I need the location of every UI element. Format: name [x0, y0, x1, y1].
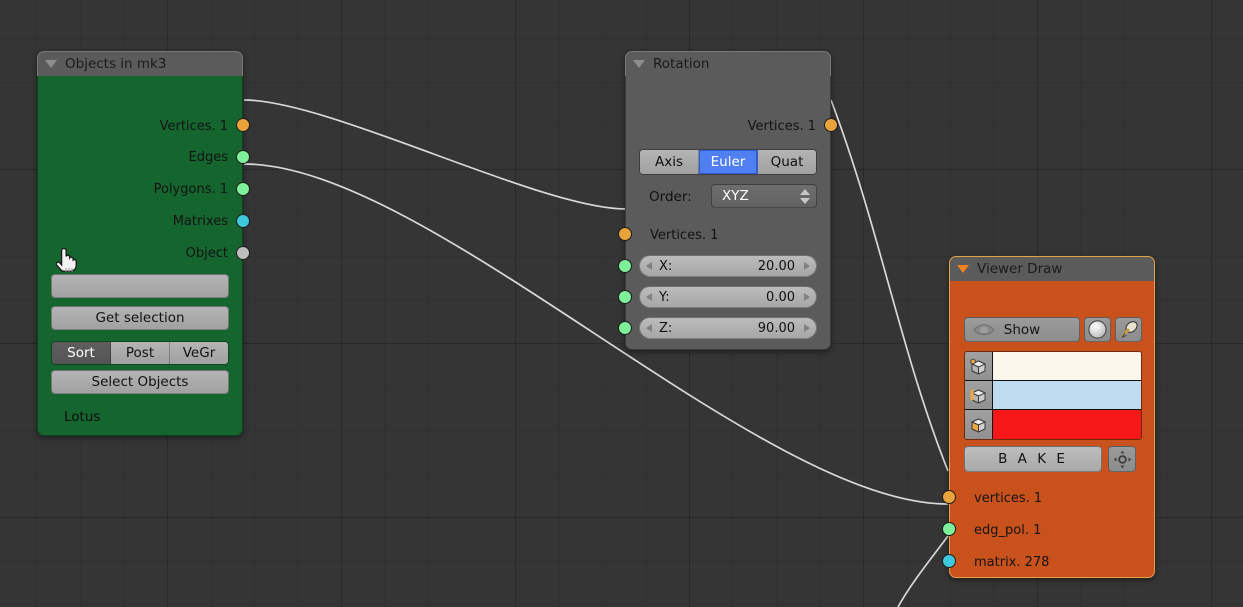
collapse-triangle-icon[interactable]	[957, 265, 969, 273]
output-socket-object[interactable]	[236, 246, 250, 260]
segment-quat[interactable]: Quat	[758, 150, 816, 174]
field-z-value: 90.00	[757, 320, 795, 336]
segment-euler[interactable]: Euler	[699, 150, 758, 174]
swatch-color-vertices[interactable]	[993, 352, 1141, 380]
node-footer-label: Lotus	[64, 409, 101, 425]
input-label-vertices: vertices. 1	[974, 491, 1043, 506]
node-objects-in-mk3[interactable]: Objects in mk3 Vertices. 1 Edges Polygon…	[37, 51, 250, 436]
node-header-viewer-draw[interactable]: Viewer Draw	[949, 256, 1155, 281]
link-offscreen-to-matrix	[897, 535, 949, 607]
input-socket-matrix[interactable]	[942, 554, 956, 568]
node-body-rotation: Vertices. 1 Axis Euler Quat Order: XYZ V…	[618, 76, 838, 350]
input-socket-vertices[interactable]	[942, 490, 956, 504]
segment-axis[interactable]: Axis	[640, 150, 699, 174]
sphere-shading-icon	[1088, 320, 1107, 339]
order-label: Order:	[649, 189, 692, 205]
vertex-cube-icon[interactable]	[965, 352, 993, 380]
swatch-color-edges[interactable]	[993, 381, 1141, 409]
output-label-vertices: Vertices. 1	[159, 119, 228, 134]
field-x-label: X:	[659, 258, 673, 274]
rotation-mode-segmented-control[interactable]: Axis Euler Quat	[639, 149, 817, 175]
output-label-edges: Edges	[188, 150, 229, 165]
output-socket-vertices[interactable]	[236, 118, 250, 132]
swatch-color-faces[interactable]	[993, 410, 1141, 439]
increment-arrow-icon[interactable]	[804, 262, 810, 270]
input-socket-x[interactable]	[618, 259, 632, 273]
node-title-rotation: Rotation	[653, 56, 710, 72]
get-selection-button[interactable]: Get selection	[51, 306, 229, 330]
chevron-updown-icon[interactable]	[800, 188, 810, 204]
bake-button[interactable]: B A K E	[964, 446, 1102, 472]
output-socket-matrixes[interactable]	[236, 214, 250, 228]
bake-row: B A K E	[964, 446, 1136, 472]
node-header-rotation[interactable]: Rotation	[625, 51, 831, 76]
output-label-vertices: Vertices. 1	[747, 119, 816, 134]
node-viewer-draw[interactable]: Viewer Draw Show B A K E vertices. 1 edg…	[942, 256, 1155, 578]
show-toggle-button[interactable]: Show	[964, 317, 1080, 342]
link-rotation-to-viewer	[830, 99, 949, 472]
segment-vegr[interactable]: VeGr	[170, 342, 228, 364]
swatch-row-vertices[interactable]	[965, 352, 1141, 381]
output-label-object: Object	[185, 246, 228, 261]
hand-pointer-cursor	[55, 247, 77, 272]
color-swatch-list	[964, 351, 1142, 440]
increment-arrow-icon[interactable]	[804, 324, 810, 332]
output-label-matrixes: Matrixes	[172, 214, 228, 229]
face-cube-icon[interactable]	[965, 410, 993, 439]
eyedropper-button[interactable]	[1115, 317, 1142, 342]
link-polygons-to-viewer	[243, 163, 949, 505]
swatch-row-edges[interactable]	[965, 381, 1141, 410]
segment-sort[interactable]: Sort	[52, 342, 111, 364]
target-icon	[1113, 450, 1131, 468]
field-y-label: Y:	[659, 289, 670, 305]
output-socket-polygons[interactable]	[236, 182, 250, 196]
input-label-edg-pol: edg_pol. 1	[974, 523, 1042, 538]
output-socket-edges[interactable]	[236, 150, 250, 164]
node-body-viewer-draw: Show B A K E vertices. 1 edg_pol. 1 matr…	[942, 281, 1155, 578]
decrement-arrow-icon[interactable]	[646, 262, 652, 270]
input-socket-y[interactable]	[618, 290, 632, 304]
target-button[interactable]	[1108, 446, 1136, 472]
node-header-objects[interactable]: Objects in mk3	[37, 51, 243, 76]
input-socket-vertices[interactable]	[618, 227, 632, 241]
output-socket-vertices[interactable]	[824, 118, 838, 132]
node-title-objects: Objects in mk3	[65, 56, 167, 72]
field-z[interactable]: Z: 90.00	[639, 317, 817, 339]
sphere-shading-button[interactable]	[1084, 317, 1111, 342]
order-dropdown-value: XYZ	[722, 188, 749, 204]
output-label-polygons: Polygons. 1	[153, 182, 228, 197]
input-label-vertices: Vertices. 1	[650, 228, 719, 243]
node-editor-canvas[interactable]: Objects in mk3 Vertices. 1 Edges Polygon…	[0, 0, 1243, 607]
edge-cube-icon[interactable]	[965, 381, 993, 409]
field-z-label: Z:	[659, 320, 673, 336]
sort-mode-segmented-control[interactable]: Sort Post VeGr	[51, 341, 229, 365]
input-socket-edg-pol[interactable]	[942, 522, 956, 536]
swatch-row-faces[interactable]	[965, 410, 1141, 439]
increment-arrow-icon[interactable]	[804, 293, 810, 301]
field-y[interactable]: Y: 0.00	[639, 286, 817, 308]
object-name-input[interactable]	[51, 274, 229, 298]
collapse-triangle-icon[interactable]	[45, 60, 57, 68]
link-vertices-to-rotation	[243, 99, 627, 210]
select-objects-button[interactable]: Select Objects	[51, 370, 229, 394]
collapse-triangle-icon[interactable]	[633, 60, 645, 68]
decrement-arrow-icon[interactable]	[646, 293, 652, 301]
order-dropdown[interactable]: XYZ	[711, 184, 817, 208]
node-rotation[interactable]: Rotation Vertices. 1 Axis Euler Quat Ord…	[618, 51, 838, 350]
field-x[interactable]: X: 20.00	[639, 255, 817, 277]
eyedropper-icon	[1121, 320, 1138, 338]
input-socket-z[interactable]	[618, 321, 632, 335]
eye-icon	[973, 324, 995, 335]
decrement-arrow-icon[interactable]	[646, 324, 652, 332]
show-row: Show	[964, 317, 1142, 342]
field-y-value: 0.00	[766, 289, 795, 305]
segment-post[interactable]: Post	[111, 342, 170, 364]
show-label: Show	[1003, 321, 1041, 338]
field-x-value: 20.00	[757, 258, 795, 274]
input-label-matrix: matrix. 278	[974, 555, 1050, 570]
node-title-viewer-draw: Viewer Draw	[977, 261, 1063, 277]
